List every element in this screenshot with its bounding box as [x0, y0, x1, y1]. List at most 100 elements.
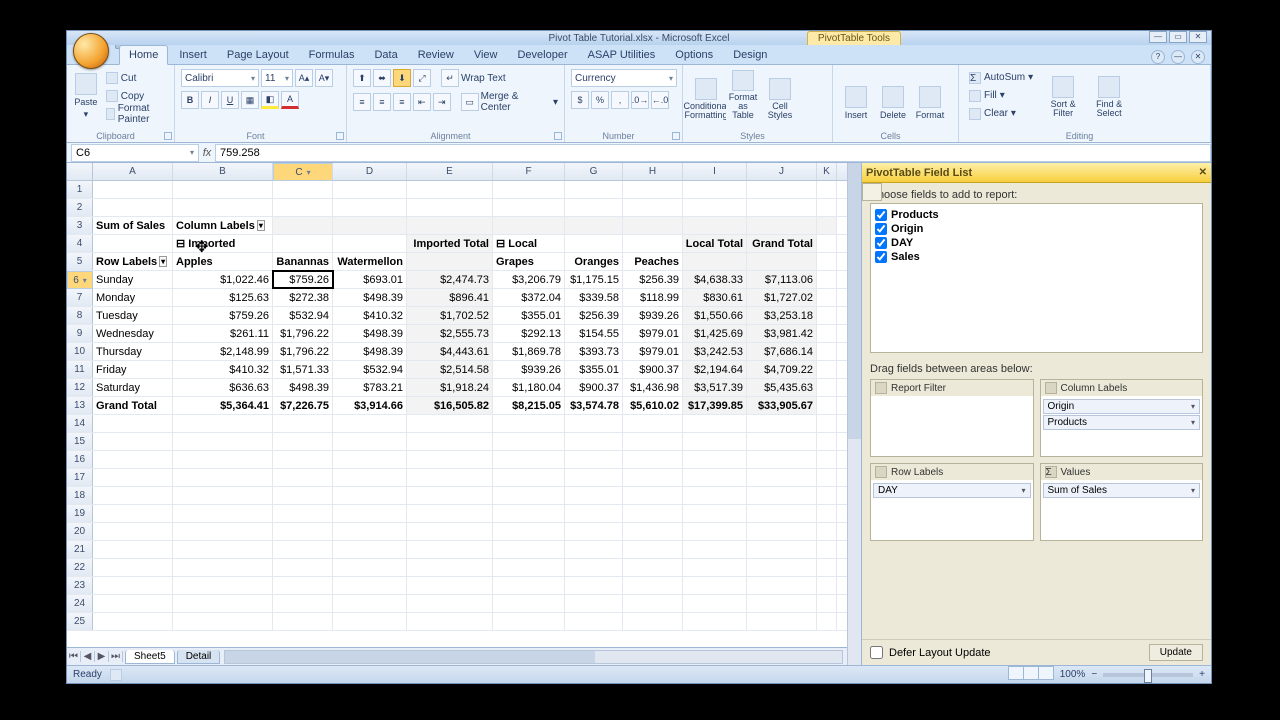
- tab-review[interactable]: Review: [409, 46, 463, 64]
- pill-day[interactable]: DAY: [873, 483, 1031, 498]
- row-header-4[interactable]: 4: [67, 235, 93, 252]
- row-header-23[interactable]: 23: [67, 577, 93, 594]
- align-middle-icon[interactable]: ⬌: [373, 69, 391, 87]
- area-column-labels[interactable]: Column Labels OriginProducts: [1040, 379, 1204, 457]
- spreadsheet-grid[interactable]: ABCDEFGHIJK 123Sum of SalesColumn Labels…: [67, 163, 847, 665]
- field-list[interactable]: ProductsOriginDAYSales: [870, 203, 1203, 353]
- increase-font-icon[interactable]: A▴: [295, 69, 313, 87]
- cut-button[interactable]: Cut: [102, 70, 168, 87]
- fill-button[interactable]: Fill▾: [965, 87, 1037, 104]
- col-header-F[interactable]: F: [493, 163, 565, 180]
- fx-icon[interactable]: fx: [199, 147, 215, 159]
- context-tab-pivottable[interactable]: PivotTable Tools: [807, 31, 901, 45]
- area-row-labels[interactable]: Row Labels DAY: [870, 463, 1034, 541]
- align-center-icon[interactable]: ≡: [373, 93, 391, 111]
- merge-icon[interactable]: ▭: [461, 93, 479, 111]
- col-header-G[interactable]: G: [565, 163, 623, 180]
- align-right-icon[interactable]: ≡: [393, 93, 411, 111]
- cell-styles-button[interactable]: Cell Styles: [763, 69, 797, 123]
- row-header-21[interactable]: 21: [67, 541, 93, 558]
- name-box[interactable]: C6: [71, 144, 199, 162]
- format-as-table-button[interactable]: Format as Table: [726, 69, 760, 123]
- paste-button[interactable]: Paste▾: [73, 69, 99, 123]
- underline-button[interactable]: U: [221, 91, 239, 109]
- grid-rows[interactable]: 123Sum of SalesColumn Labels▾4⊟ Imported…: [67, 181, 847, 647]
- increase-decimal-icon[interactable]: .0→: [631, 91, 649, 109]
- format-cells-button[interactable]: Format: [913, 69, 947, 123]
- row-header-6[interactable]: 6: [67, 271, 93, 289]
- zoom-level[interactable]: 100%: [1060, 669, 1086, 680]
- pill-sum-of-sales[interactable]: Sum of Sales: [1043, 483, 1201, 498]
- row-header-22[interactable]: 22: [67, 559, 93, 576]
- tab-formulas[interactable]: Formulas: [300, 46, 364, 64]
- percent-icon[interactable]: %: [591, 91, 609, 109]
- pill-origin[interactable]: Origin: [1043, 399, 1201, 414]
- conditional-formatting-button[interactable]: Conditional Formatting: [689, 69, 723, 123]
- delete-cells-button[interactable]: Delete: [876, 69, 910, 123]
- sheet-tab-active[interactable]: Sheet5: [125, 650, 175, 664]
- font-name-select[interactable]: Calibri: [181, 69, 259, 87]
- find-select-button[interactable]: Find & Select: [1089, 67, 1129, 121]
- tab-insert[interactable]: Insert: [170, 46, 216, 64]
- field-list-layout-button[interactable]: [862, 183, 882, 201]
- row-header-17[interactable]: 17: [67, 469, 93, 486]
- macro-record-icon[interactable]: [110, 669, 122, 681]
- row-header-14[interactable]: 14: [67, 415, 93, 432]
- minimize-ribbon-icon[interactable]: —: [1171, 50, 1185, 64]
- zoom-out-button[interactable]: −: [1091, 669, 1097, 680]
- pane-header[interactable]: PivotTable Field List ✕: [862, 163, 1211, 183]
- tab-data[interactable]: Data: [365, 46, 406, 64]
- decrease-indent-icon[interactable]: ⇤: [413, 93, 431, 111]
- minimize-button[interactable]: —: [1149, 31, 1167, 43]
- update-button[interactable]: Update: [1149, 644, 1203, 661]
- selected-cell[interactable]: $759.26: [273, 271, 333, 288]
- insert-cells-button[interactable]: Insert: [839, 69, 873, 123]
- row-header-13[interactable]: 13: [67, 397, 93, 414]
- tab-asap-utilities[interactable]: ASAP Utilities: [579, 46, 665, 64]
- field-origin[interactable]: Origin: [875, 222, 1198, 236]
- comma-icon[interactable]: ,: [611, 91, 629, 109]
- vertical-scrollbar[interactable]: [847, 163, 861, 665]
- row-header-12[interactable]: 12: [67, 379, 93, 396]
- field-products[interactable]: Products: [875, 208, 1198, 222]
- close-doc-icon[interactable]: ✕: [1191, 50, 1205, 64]
- select-all-corner[interactable]: [67, 163, 93, 180]
- font-size-select[interactable]: 11: [261, 69, 293, 87]
- wrap-text-icon[interactable]: ↵: [441, 69, 459, 87]
- align-bottom-icon[interactable]: ⬇: [393, 69, 411, 87]
- view-buttons[interactable]: [1009, 666, 1054, 683]
- row-header-1[interactable]: 1: [67, 181, 93, 198]
- font-dialog-launcher[interactable]: [336, 132, 344, 140]
- row-header-7[interactable]: 7: [67, 289, 93, 306]
- horizontal-scrollbar[interactable]: [224, 650, 843, 664]
- field-day[interactable]: DAY: [875, 236, 1198, 250]
- row-header-9[interactable]: 9: [67, 325, 93, 342]
- clipboard-dialog-launcher[interactable]: [164, 132, 172, 140]
- maximize-button[interactable]: ▭: [1169, 31, 1187, 43]
- tab-view[interactable]: View: [465, 46, 507, 64]
- office-button[interactable]: [73, 33, 109, 69]
- accounting-icon[interactable]: $: [571, 91, 589, 109]
- col-header-J[interactable]: J: [747, 163, 817, 180]
- col-header-D[interactable]: D: [333, 163, 407, 180]
- format-painter-button[interactable]: Format Painter: [102, 106, 168, 123]
- tab-design[interactable]: Design: [724, 46, 776, 64]
- formula-input[interactable]: 759.258: [215, 144, 1211, 162]
- copy-button[interactable]: Copy: [102, 88, 168, 105]
- row-header-25[interactable]: 25: [67, 613, 93, 630]
- italic-button[interactable]: I: [201, 91, 219, 109]
- close-button[interactable]: ✕: [1189, 31, 1207, 43]
- column-headers[interactable]: ABCDEFGHIJK: [67, 163, 847, 181]
- sort-filter-button[interactable]: Sort & Filter: [1043, 67, 1083, 121]
- zoom-slider[interactable]: [1103, 673, 1193, 677]
- help-icon[interactable]: ?: [1151, 50, 1165, 64]
- col-header-A[interactable]: A: [93, 163, 173, 180]
- row-header-5[interactable]: 5: [67, 253, 93, 270]
- pill-products[interactable]: Products: [1043, 415, 1201, 430]
- area-report-filter[interactable]: Report Filter: [870, 379, 1034, 457]
- row-header-15[interactable]: 15: [67, 433, 93, 450]
- defer-update-checkbox[interactable]: [870, 646, 883, 659]
- pane-close-icon[interactable]: ✕: [1199, 167, 1207, 178]
- row-header-2[interactable]: 2: [67, 199, 93, 216]
- col-header-I[interactable]: I: [683, 163, 747, 180]
